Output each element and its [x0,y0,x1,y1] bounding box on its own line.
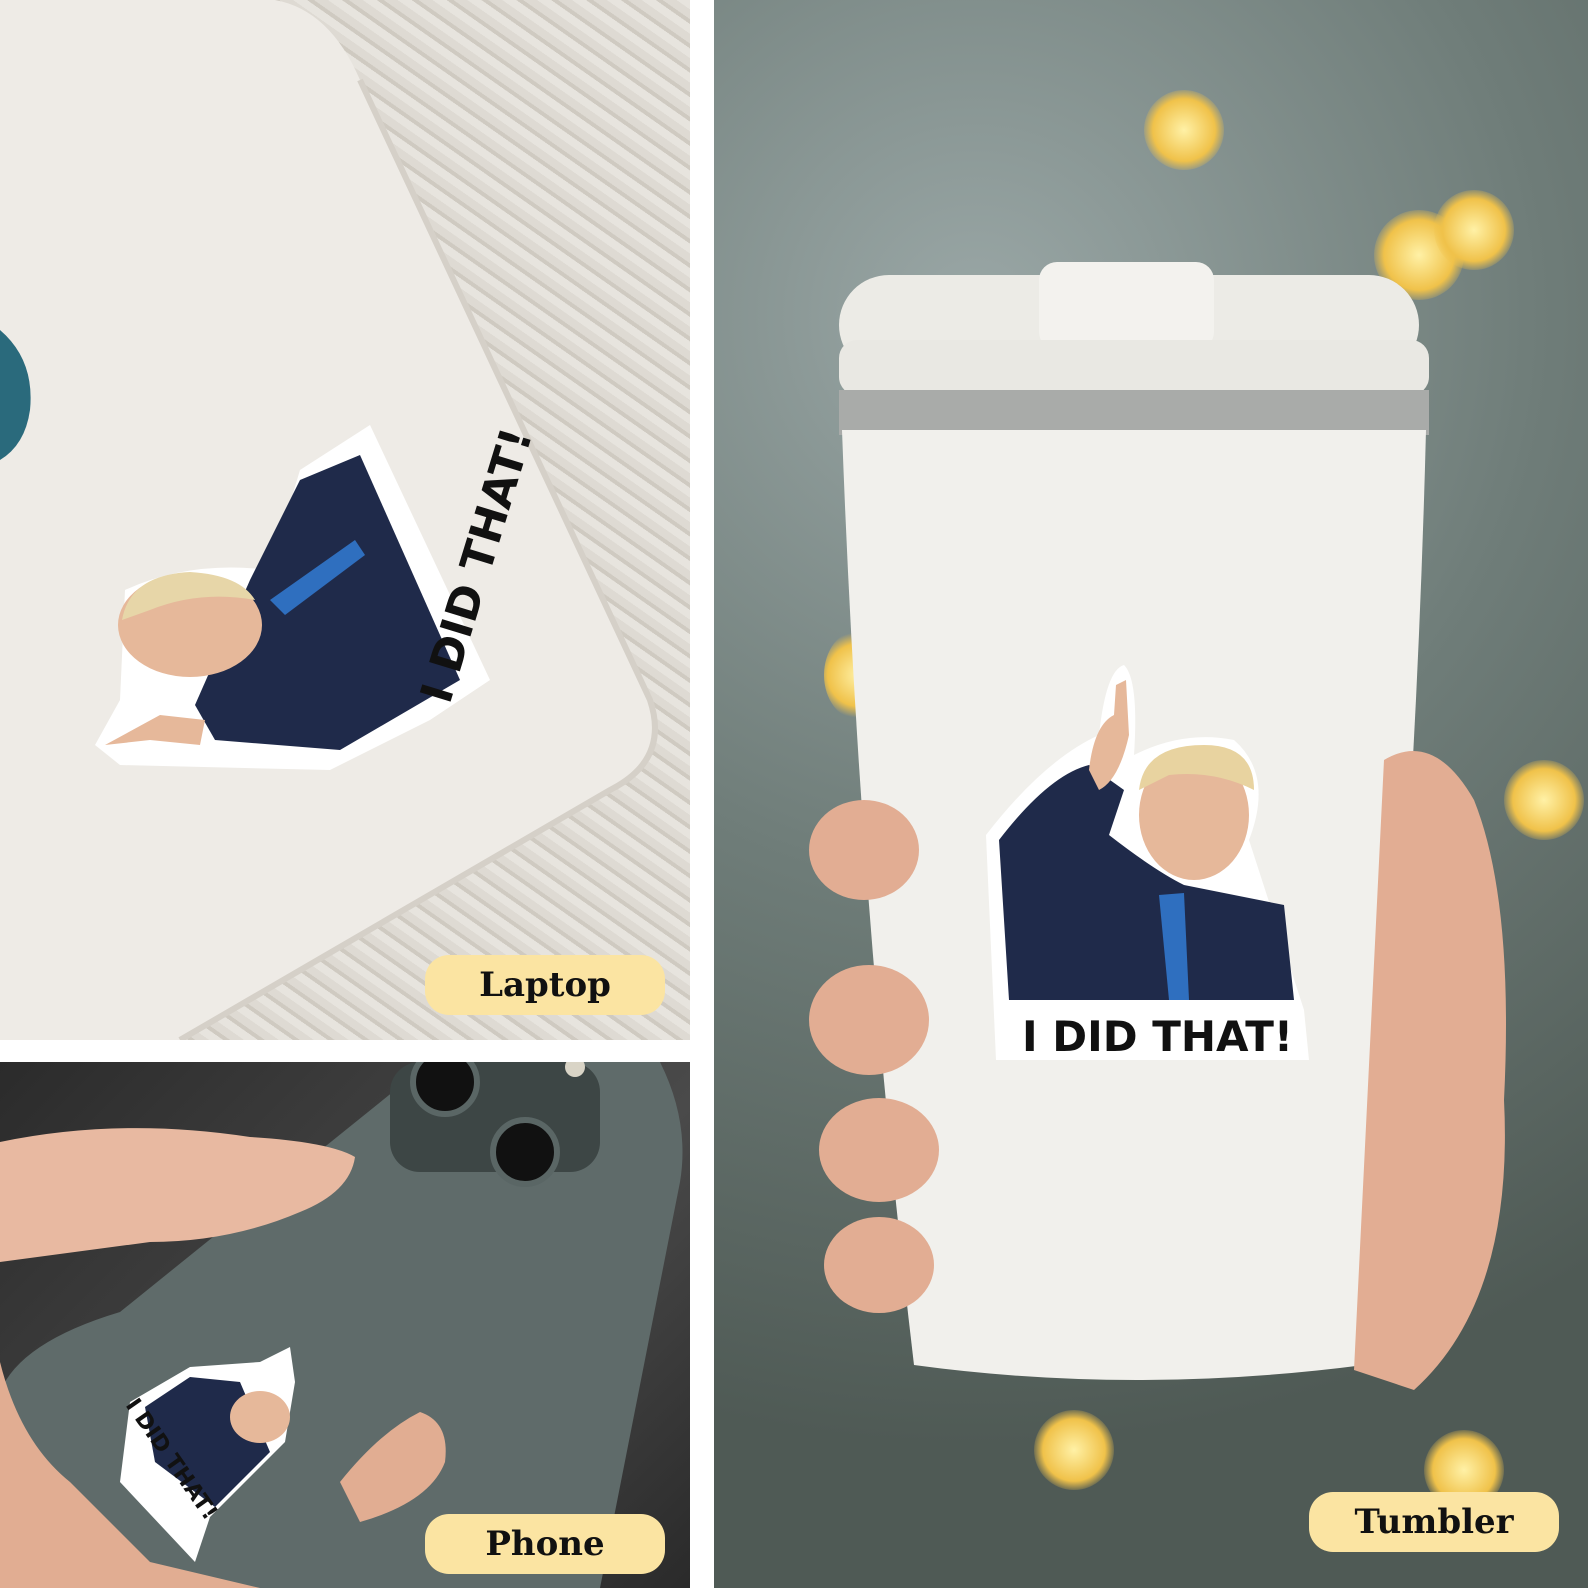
tumbler-sticker-caption: I DID THAT! [1022,1012,1294,1061]
tumbler-metal-ring [839,390,1429,435]
laptop-panel: I DID THAT! Laptop [0,0,690,1040]
label-laptop: Laptop [425,955,665,1015]
tumbler-lid-base [839,340,1429,395]
finger-2 [809,965,929,1075]
tumbler-panel: I DID THAT! Tumbler [714,0,1588,1588]
phone-illustration [0,1062,683,1588]
phone-panel: I DID THAT! Phone [0,1062,690,1588]
phone-sticker-face [230,1391,290,1443]
finger-4 [824,1217,934,1313]
camera-lens-2 [490,1117,560,1187]
finger-1 [809,800,919,900]
finger-3 [819,1098,939,1202]
label-tumbler: Tumbler [1309,1492,1559,1552]
camera-lens-1 [410,1062,480,1117]
tumbler-illustration [809,262,1506,1390]
tumbler-lid-tab [1039,262,1214,350]
laptop-illustration [0,0,658,1040]
label-phone: Phone [425,1514,665,1574]
